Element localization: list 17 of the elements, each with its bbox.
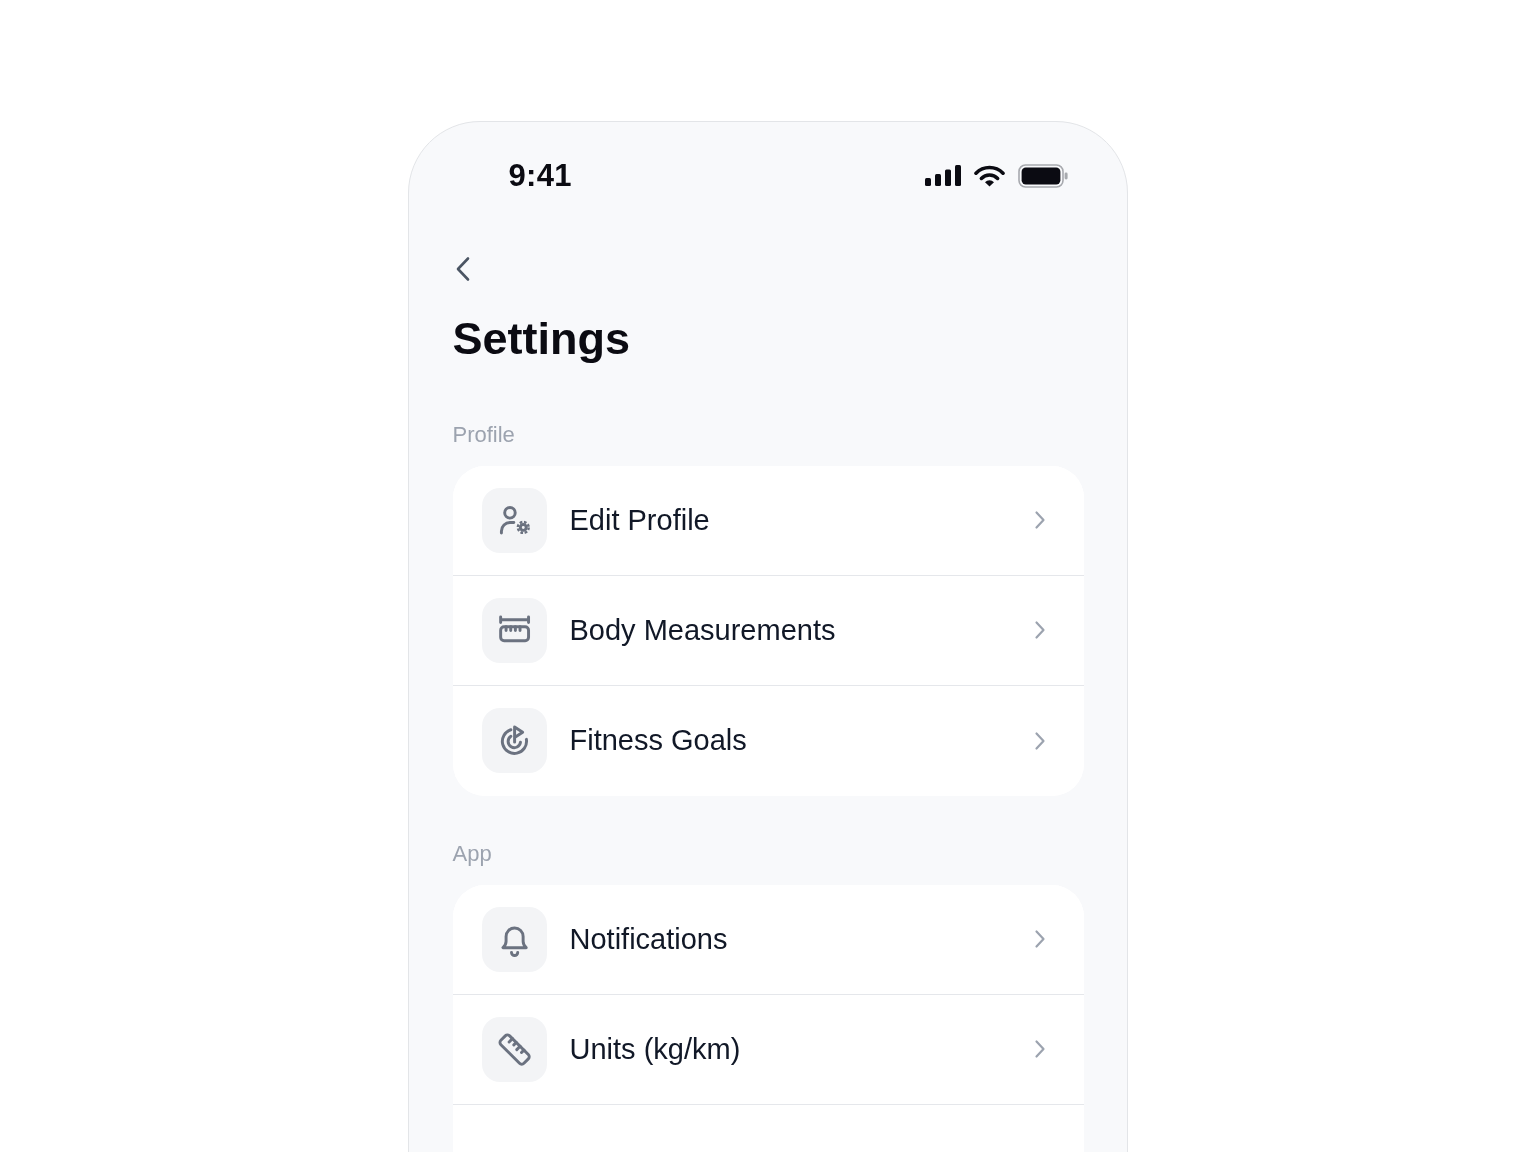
person-gear-icon xyxy=(481,487,547,553)
target-flag-icon xyxy=(481,708,547,773)
signal-icon xyxy=(924,165,961,186)
section-label: Profile xyxy=(452,421,516,448)
battery-icon xyxy=(1017,163,1068,188)
wifi-icon xyxy=(973,164,1005,187)
status-time: 9:41 xyxy=(508,157,572,194)
ruler-icon xyxy=(481,1016,547,1082)
chevron-right-icon xyxy=(1033,620,1046,640)
ruler-icon xyxy=(481,597,547,663)
chevron-right-icon xyxy=(1033,510,1046,530)
chevron-right-icon xyxy=(1033,1039,1046,1059)
page-title: Settings xyxy=(452,311,632,366)
section-label: App xyxy=(452,840,493,867)
chevron-right-icon xyxy=(1033,929,1046,949)
chevron-right-icon xyxy=(1033,730,1046,751)
bell-icon xyxy=(481,906,547,972)
